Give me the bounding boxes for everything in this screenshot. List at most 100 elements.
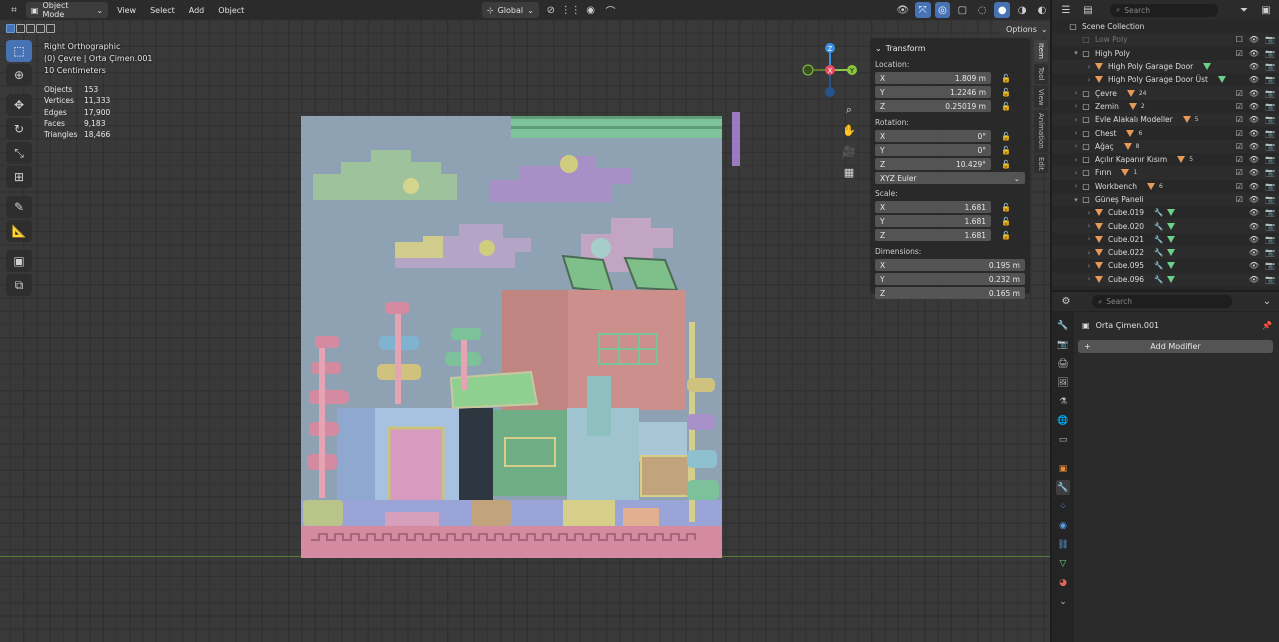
location-x-field[interactable]: X 1.809 m xyxy=(875,72,991,84)
filter-icon[interactable]: ⏷ xyxy=(1236,2,1252,18)
output-icon[interactable]: 🖨 xyxy=(1056,356,1070,371)
expand-toggle-icon[interactable]: › xyxy=(1071,169,1081,177)
lock-icon[interactable]: 🔓 xyxy=(1001,203,1011,212)
outliner-search-input[interactable]: ⌕ Search xyxy=(1110,3,1218,17)
expand-toggle-icon[interactable]: › xyxy=(1084,63,1094,71)
expand-toggle-icon[interactable]: › xyxy=(1071,142,1081,150)
camera-icon[interactable]: 📷 xyxy=(1265,248,1275,257)
eye-icon[interactable]: 👁 xyxy=(1249,155,1259,164)
menu-view[interactable]: View xyxy=(112,2,141,18)
camera-icon[interactable]: 📷 xyxy=(1265,168,1275,177)
pan-hand-icon[interactable]: ✋ xyxy=(838,121,860,140)
eye-icon[interactable]: 👁 xyxy=(1249,49,1259,58)
select-new-icon[interactable] xyxy=(6,23,15,33)
expand-toggle-icon[interactable]: › xyxy=(1071,116,1081,124)
navigation-gizmo[interactable]: Z Y X xyxy=(800,40,860,100)
outliner-row[interactable]: › ▢ Ağaç 8 ☑ 👁 📷 xyxy=(1052,139,1279,153)
rotate-icon[interactable]: ↻ xyxy=(6,118,32,140)
select-box-icon[interactable]: ⬚ xyxy=(6,40,32,62)
add-object-icon[interactable]: ⧉ xyxy=(6,274,32,296)
outliner-row[interactable]: › ▢ Evle Alakalı Modeller 5 ☑ 👁 📷 xyxy=(1052,113,1279,127)
expand-toggle-icon[interactable]: › xyxy=(1071,129,1081,137)
scale-icon[interactable]: ⤡ xyxy=(6,142,32,164)
camera-icon[interactable]: 📷 xyxy=(1265,62,1275,71)
outliner-row[interactable]: › ▢ Fırın 1 ☑ 👁 📷 xyxy=(1052,166,1279,180)
menu-select[interactable]: Select xyxy=(145,2,180,18)
orientation-dropdown[interactable]: ⊹ Global ⌄ xyxy=(481,2,539,18)
exclude-checkbox[interactable]: ☑ xyxy=(1236,102,1243,111)
dimensions-y-field[interactable]: Y 0.232 m xyxy=(875,273,1025,285)
camera-icon[interactable]: 📷 xyxy=(1265,75,1275,84)
eye-icon[interactable]: 👁 xyxy=(1249,195,1259,204)
eye-icon[interactable]: 👁 xyxy=(1249,89,1259,98)
chevron-down-icon[interactable]: ⌄ xyxy=(1259,294,1275,310)
lock-icon[interactable]: 🔓 xyxy=(1001,231,1011,240)
outliner-row[interactable]: ▢ Low Poly ☐ 👁 📷 xyxy=(1052,33,1279,47)
render-icon[interactable]: 📷 xyxy=(1056,337,1070,352)
camera-icon[interactable]: 📷 xyxy=(1265,235,1275,244)
rotation-x-field[interactable]: X 0° xyxy=(875,130,991,142)
exclude-checkbox[interactable]: ☑ xyxy=(1236,89,1243,98)
mode-dropdown[interactable]: ▣ Object Mode ⌄ xyxy=(25,1,109,19)
outliner-row[interactable]: › Cube.096 🔧 👁 📷 xyxy=(1052,272,1279,286)
outliner-row[interactable]: › ▢ Çevre 24 ☑ 👁 📷 xyxy=(1052,86,1279,100)
eye-icon[interactable]: 👁 xyxy=(1249,129,1259,138)
exclude-checkbox[interactable]: ☑ xyxy=(1236,115,1243,124)
new-collection-icon[interactable]: ▣ xyxy=(1258,2,1274,18)
visibility-icon[interactable]: 👁 xyxy=(895,2,911,18)
expand-toggle-icon[interactable]: ▾ xyxy=(1071,196,1081,204)
measure-icon[interactable]: 📐 xyxy=(6,220,32,242)
outliner-row[interactable]: › ▢ Açılır Kapanır Kısım 5 ☑ 👁 📷 xyxy=(1052,153,1279,166)
location-y-field[interactable]: Y 1.2246 m xyxy=(875,86,991,98)
constraints-icon[interactable]: ⛓ xyxy=(1056,537,1070,552)
expand-toggle-icon[interactable]: › xyxy=(1071,156,1081,164)
expand-toggle-icon[interactable]: › xyxy=(1084,235,1094,243)
exclude-checkbox[interactable]: ☐ xyxy=(1236,35,1243,44)
exclude-checkbox[interactable]: ☑ xyxy=(1236,155,1243,164)
lock-icon[interactable]: 🔓 xyxy=(1001,146,1011,155)
annotate-icon[interactable]: ✎ xyxy=(6,196,32,218)
expand-toggle-icon[interactable]: › xyxy=(1071,89,1081,97)
display-mode-icon[interactable]: ▤ xyxy=(1080,2,1096,18)
sidebar-tab-view[interactable]: View xyxy=(1034,85,1048,109)
outliner-row[interactable]: ▾ ▢ Güneş Paneli ☑ 👁 📷 xyxy=(1052,192,1279,207)
lock-icon[interactable]: 🔓 xyxy=(1001,160,1011,169)
editor-type-icon[interactable]: ⌗ xyxy=(6,2,22,18)
camera-icon[interactable]: 📷 xyxy=(1265,261,1275,270)
eye-icon[interactable]: 👁 xyxy=(1249,142,1259,151)
expand-toggle-icon[interactable]: › xyxy=(1071,102,1081,110)
camera-icon[interactable]: 📷 xyxy=(1265,222,1275,231)
select-invert-icon[interactable] xyxy=(36,23,45,33)
wireframe-shading-icon[interactable]: ◌ xyxy=(974,2,990,18)
expand-toggle-icon[interactable]: › xyxy=(1084,275,1094,283)
sidebar-tab-item[interactable]: Item xyxy=(1034,40,1048,62)
outliner-row[interactable]: › ▢ Zemin 2 ☑ 👁 📷 xyxy=(1052,100,1279,113)
ortho-grid-icon[interactable]: ▦ xyxy=(838,163,860,182)
menu-add[interactable]: Add xyxy=(184,2,210,18)
outliner-row[interactable]: ▾ ▢ High Poly ☑ 👁 📷 xyxy=(1052,47,1279,60)
rotation-z-field[interactable]: Z 10.429° xyxy=(875,158,991,170)
texture-icon[interactable]: ⌄ xyxy=(1056,594,1070,609)
object-icon[interactable]: ▣ xyxy=(1056,461,1070,476)
xray-icon[interactable]: ▢ xyxy=(954,2,970,18)
camera-icon[interactable]: 📷 xyxy=(1265,155,1275,164)
eye-icon[interactable]: 👁 xyxy=(1249,115,1259,124)
lock-icon[interactable]: 🔓 xyxy=(1001,74,1011,83)
select-extend-icon[interactable] xyxy=(16,23,25,33)
rotation-mode-dropdown[interactable]: XYZ Euler ⌄ xyxy=(875,172,1025,184)
object-data-icon[interactable]: ▽ xyxy=(1056,556,1070,571)
options-dropdown[interactable]: Options ⌄ xyxy=(1000,22,1050,36)
add-cube-icon[interactable]: ▣ xyxy=(6,250,32,272)
cursor-icon[interactable]: ⊕ xyxy=(6,64,32,86)
camera-view-icon[interactable]: 🎥 xyxy=(838,142,860,161)
expand-toggle-icon[interactable]: › xyxy=(1084,249,1094,257)
outliner-editor-icon[interactable]: ☰ xyxy=(1058,2,1074,18)
transform-header[interactable]: ⌄ Transform xyxy=(875,41,1025,55)
material-shading-icon[interactable]: ◑ xyxy=(1014,2,1030,18)
eye-icon[interactable]: 👁 xyxy=(1249,102,1259,111)
camera-icon[interactable]: 📷 xyxy=(1265,275,1275,284)
physics-icon[interactable]: ◉ xyxy=(1056,518,1070,533)
eye-icon[interactable]: 👁 xyxy=(1249,208,1259,217)
tool-settings-icon[interactable]: 🔧 xyxy=(1056,318,1070,333)
scale-x-field[interactable]: X 1.681 xyxy=(875,201,991,213)
